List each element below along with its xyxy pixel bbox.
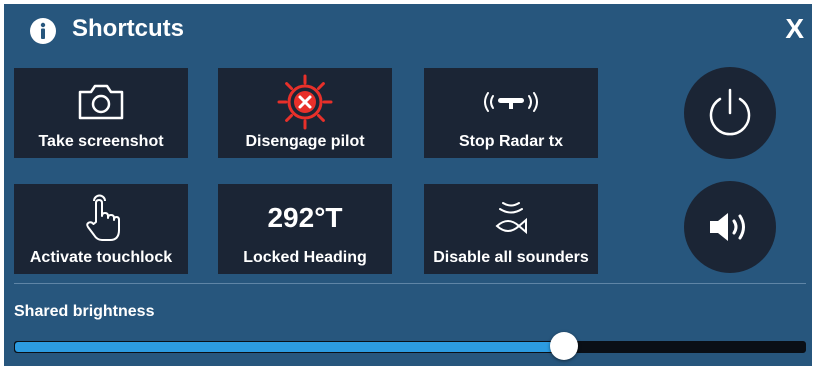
panel-title: Shortcuts	[72, 15, 185, 42]
activate-touchlock-button[interactable]: Activate touchlock	[14, 184, 188, 274]
panel-header: Shortcuts X	[4, 4, 812, 54]
shortcuts-panel: Shortcuts X Take screenshot Disengage pi…	[4, 4, 812, 366]
brightness-slider-thumb[interactable]	[550, 332, 579, 360]
power-icon	[709, 88, 751, 136]
locked-heading-button[interactable]: 292°T Locked Heading	[218, 184, 392, 274]
power-button[interactable]	[684, 67, 776, 159]
section-divider	[14, 283, 806, 284]
locked-heading-value: 292°T	[267, 202, 343, 233]
disengage-pilot-label: Disengage pilot	[245, 133, 365, 150]
volume-button[interactable]	[684, 181, 776, 273]
stop-radar-tx-button[interactable]: Stop Radar tx	[424, 68, 598, 158]
brightness-label: Shared brightness	[14, 303, 155, 320]
brightness-slider-fill	[15, 342, 565, 352]
helm-disengage-icon	[277, 74, 333, 130]
volume-icon	[710, 213, 745, 241]
take-screenshot-button[interactable]: Take screenshot	[14, 68, 188, 158]
activate-touchlock-label: Activate touchlock	[29, 249, 173, 266]
close-button[interactable]: X	[785, 15, 804, 43]
sounder-fish-icon	[495, 202, 527, 235]
camera-icon	[78, 84, 124, 120]
stop-radar-tx-label: Stop Radar tx	[458, 133, 563, 150]
brightness-slider[interactable]	[14, 332, 806, 360]
disengage-pilot-button[interactable]: Disengage pilot	[218, 68, 392, 158]
disable-all-sounders-label: Disable all sounders	[433, 249, 589, 266]
take-screenshot-label: Take screenshot	[38, 133, 164, 150]
locked-heading-label: Locked Heading	[243, 249, 367, 266]
radar-transmit-icon	[484, 92, 538, 112]
disable-all-sounders-button[interactable]: Disable all sounders	[424, 184, 598, 274]
touch-hand-icon	[86, 194, 120, 241]
info-icon	[30, 18, 56, 44]
